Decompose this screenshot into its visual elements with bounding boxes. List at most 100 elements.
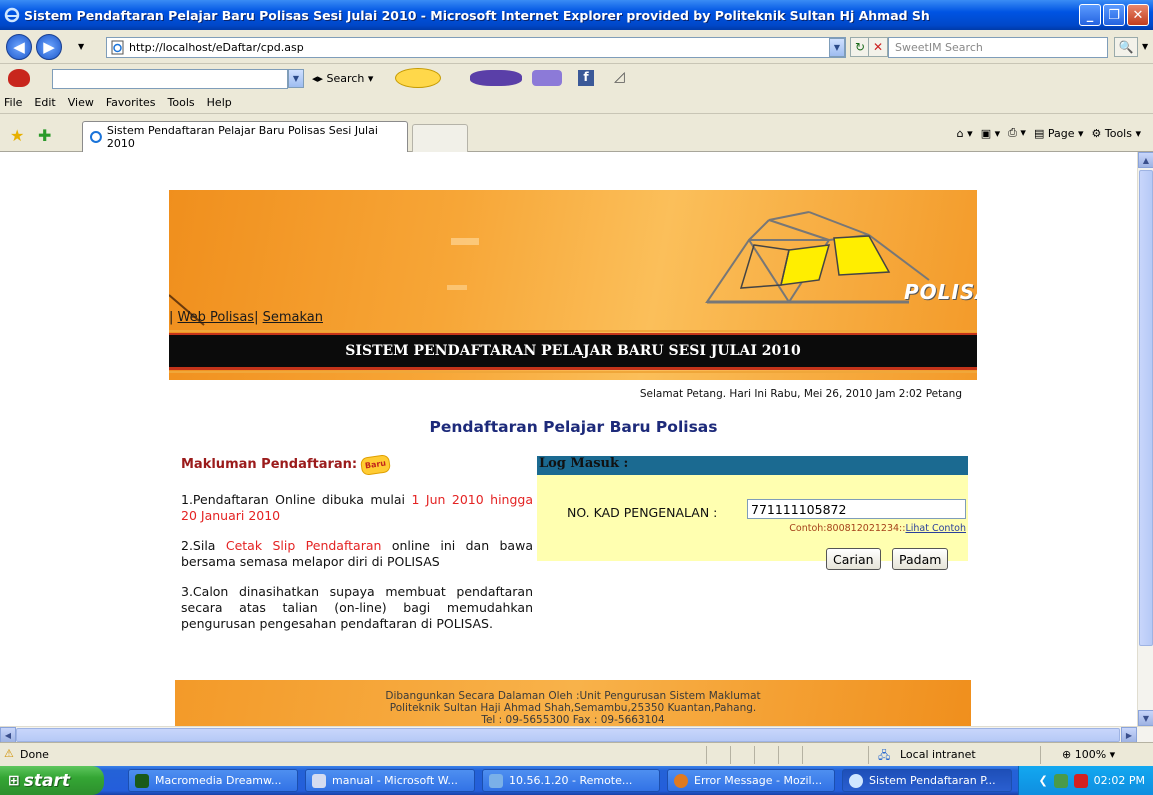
close-button[interactable]: ✕ — [1127, 4, 1149, 26]
refresh-icon[interactable]: ↻ — [850, 37, 870, 57]
menu-favorites[interactable]: Favorites — [106, 96, 156, 109]
scroll-up-icon[interactable]: ▲ — [1138, 152, 1153, 168]
address-field[interactable]: http://localhost/eDaftar/cpd.asp — [106, 37, 846, 58]
tab-active[interactable]: Sistem Pendaftaran Pelajar Baru Polisas … — [82, 121, 408, 152]
ie-tab-icon — [89, 131, 102, 143]
back-icon[interactable]: ◀ — [6, 34, 32, 60]
antivirus-icon[interactable] — [1073, 773, 1088, 788]
clear-button[interactable]: Padam — [892, 548, 949, 570]
banner-links: | Web Polisas| Semakan — [169, 310, 323, 325]
page-icon — [111, 40, 124, 55]
task-remote[interactable]: 10.56.1.20 - Remote... — [482, 769, 660, 792]
tab-bar: ★ ✚ Sistem Pendaftaran Pelajar Baru Poli… — [0, 114, 1153, 152]
info-heading: Makluman Pendaftaran: Baru — [181, 454, 533, 476]
semakan-link[interactable]: Semakan — [263, 310, 323, 325]
address-url: http://localhost/eDaftar/cpd.asp — [129, 41, 304, 54]
feeds-icon[interactable]: ▣ ▾ — [981, 127, 1000, 140]
addon-logo-icon[interactable] — [8, 69, 30, 87]
menu-tools[interactable]: Tools — [168, 96, 195, 109]
ic-hint: Contoh:800812021234::Lihat Contoh — [789, 523, 966, 534]
forward-icon[interactable]: ▶ — [36, 34, 62, 60]
task-dreamweaver[interactable]: Macromedia Dreamw... — [128, 769, 298, 792]
new-badge: Baru — [360, 454, 392, 476]
search-options-icon[interactable]: ▼ — [1142, 42, 1148, 51]
status-text: Done — [20, 748, 49, 761]
menu-help[interactable]: Help — [207, 96, 232, 109]
menu-file[interactable]: File — [4, 96, 22, 109]
info-item-1: 1.Pendaftaran Online dibuka mulai 1 Jun … — [181, 492, 534, 523]
remote-desktop-icon — [489, 773, 503, 788]
facebook-icon[interactable]: f — [578, 70, 594, 86]
toolbar-search-button[interactable]: ◂▸ Search ▾ — [312, 72, 373, 85]
print-icon[interactable]: ⎙ ▾ — [1008, 126, 1026, 140]
menu-edit[interactable]: Edit — [34, 96, 55, 109]
vertical-scrollbar[interactable]: ▲ ▼ — [1137, 152, 1153, 726]
smiley-icon[interactable] — [395, 68, 441, 88]
system-tray: ❮ 02:02 PM — [1018, 766, 1153, 795]
search-go-icon[interactable]: 🔍 — [1114, 37, 1138, 57]
scroll-down-icon[interactable]: ▼ — [1138, 710, 1153, 726]
tab-label: Sistem Pendaftaran Pelajar Baru Polisas … — [106, 124, 378, 150]
new-tab-button[interactable] — [412, 124, 468, 152]
page-menu[interactable]: ▤ Page ▾ — [1034, 127, 1084, 140]
page-viewport: POLISAS | Web Polisas| Semakan SISTEM PE… — [0, 152, 1137, 726]
banner: POLISAS | Web Polisas| Semakan SISTEM PE… — [169, 190, 977, 380]
clock[interactable]: 02:02 PM — [1094, 774, 1145, 787]
window-title-bar[interactable]: Sistem Pendaftaran Pelajar Baru Polisas … — [0, 0, 1153, 30]
window-title: Sistem Pendaftaran Pelajar Baru Polisas … — [24, 7, 930, 23]
zone-text: Local intranet — [900, 748, 976, 761]
footer-line-2: Politeknik Sultan Haji Ahmad Shah,Semamb… — [389, 702, 757, 714]
taskbar: ⊞ start Macromedia Dreamw... manual - Mi… — [0, 766, 1153, 795]
toolbar-search-input[interactable] — [52, 69, 288, 89]
start-button[interactable]: ⊞ start — [0, 766, 104, 795]
winks-icon[interactable] — [532, 70, 562, 86]
toolbar-dropdown-icon[interactable]: ▼ — [288, 69, 304, 88]
menu-view[interactable]: View — [68, 96, 94, 109]
vertical-scroll-thumb[interactable] — [1139, 170, 1153, 646]
highlight-icon[interactable]: ◿ — [614, 69, 625, 85]
home-icon[interactable]: ⌂ ▾ — [957, 127, 973, 140]
footer-line-1: Dibangunkan Secara Dalaman Oleh :Unit Pe… — [385, 690, 761, 702]
tray-arrow-icon[interactable]: ❮ — [1038, 774, 1047, 787]
status-bar: ⚠ Done 🖧 Local intranet ⊕ 100% ▾ — [0, 742, 1153, 766]
network-icon[interactable] — [1053, 773, 1068, 788]
scroll-left-icon[interactable]: ◀ — [0, 727, 16, 743]
info-panel: Makluman Pendaftaran: Baru 1.Pendaftaran… — [181, 454, 534, 646]
stop-icon[interactable]: ✕ — [868, 37, 888, 57]
footer: Dibangunkan Secara Dalaman Oleh :Unit Pe… — [175, 668, 971, 726]
ic-number-input[interactable] — [747, 499, 966, 519]
ie-logo-icon — [4, 7, 20, 23]
address-dropdown-icon[interactable]: ▼ — [829, 38, 845, 57]
task-mozilla[interactable]: Error Message - Mozil... — [667, 769, 835, 792]
word-icon — [312, 773, 326, 788]
polisas-logo: POLISAS — [904, 280, 977, 304]
web-polisas-link[interactable]: Web Polisas — [178, 310, 255, 325]
info-item-2: 2.Sila Cetak Slip Pendaftaran online ini… — [181, 538, 533, 569]
horizontal-scrollbar[interactable]: ◀ ▶ — [0, 726, 1153, 743]
search-button[interactable]: Carian — [826, 548, 881, 570]
greeting-text: Selamat Petang. Hari Ini Rabu, Mei 26, 2… — [639, 388, 962, 400]
login-heading: Log Masuk : — [537, 456, 968, 475]
search-input[interactable]: SweetIM Search — [888, 37, 1108, 58]
menu-bar: File Edit View Favorites Tools Help — [0, 92, 1153, 114]
firefox-icon — [674, 773, 688, 788]
scroll-right-icon[interactable]: ▶ — [1121, 727, 1137, 743]
footer-line-3: Tel : 09-5655300 Fax : 09-5663104 — [481, 714, 665, 726]
task-word[interactable]: manual - Microsoft W... — [305, 769, 475, 792]
minimize-button[interactable]: _ — [1079, 4, 1101, 26]
restore-button[interactable]: ❐ — [1103, 4, 1125, 26]
windows-logo-icon: ⊞ — [8, 772, 20, 789]
favorites-star-icon[interactable]: ★ — [10, 126, 24, 145]
zoom-level[interactable]: ⊕ 100% ▾ — [1062, 748, 1115, 761]
history-dropdown-icon[interactable]: ▼ — [78, 42, 84, 51]
print-slip-link[interactable]: Cetak Slip Pendaftaran — [226, 538, 382, 553]
view-example-link[interactable]: Lihat Contoh — [905, 523, 966, 534]
banner-title: SISTEM PENDAFTARAN PELAJAR BARU SESI JUL… — [169, 335, 977, 367]
add-favorites-icon[interactable]: ✚ — [38, 126, 51, 145]
horizontal-scroll-thumb[interactable] — [16, 728, 1120, 742]
info-item-3: 3.Calon dinasihatkan supaya membuat pend… — [181, 584, 533, 631]
page-title: Pendaftaran Pelajar Baru Polisas — [429, 418, 718, 436]
eyes-icon[interactable] — [470, 70, 522, 86]
task-ie[interactable]: Sistem Pendaftaran P... — [842, 769, 1012, 792]
tools-menu[interactable]: ⚙ Tools ▾ — [1092, 127, 1142, 140]
